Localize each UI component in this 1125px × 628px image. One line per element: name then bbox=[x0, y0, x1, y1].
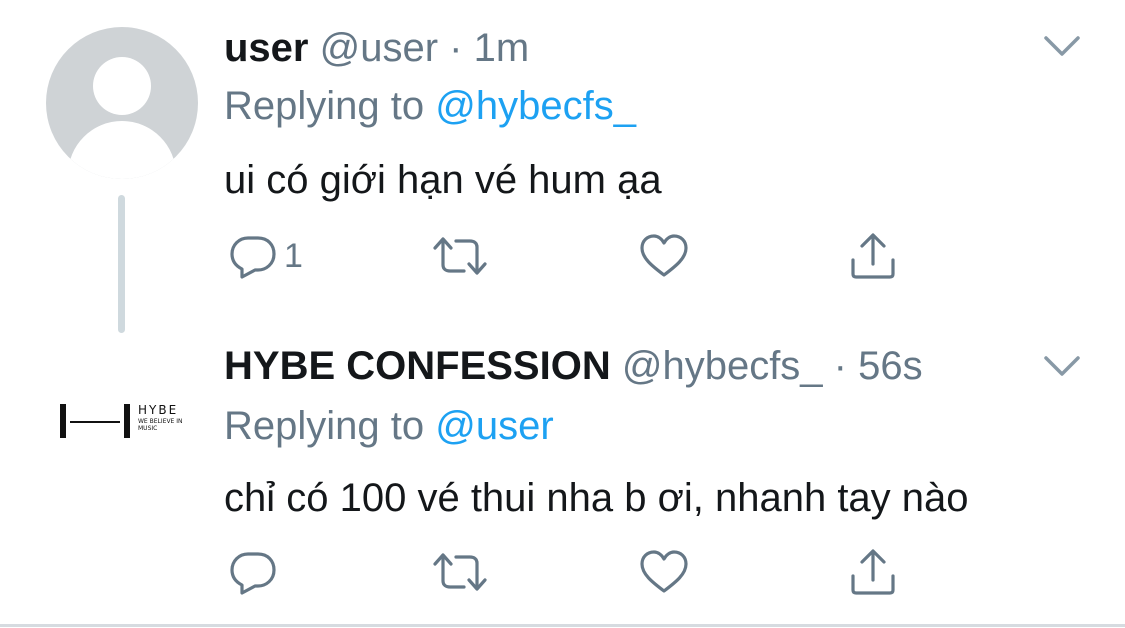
share-icon bbox=[851, 233, 895, 279]
thread-connector bbox=[118, 195, 125, 333]
display-name[interactable]: user bbox=[224, 26, 309, 70]
default-profile-icon bbox=[93, 57, 151, 115]
retweet-icon bbox=[433, 553, 487, 591]
timestamp[interactable]: 1m bbox=[474, 26, 530, 70]
logo-brand: HYBE bbox=[138, 403, 179, 417]
reply-icon bbox=[230, 552, 276, 595]
separator-dot: · bbox=[833, 344, 847, 388]
reply-icon bbox=[230, 236, 276, 279]
tweet-header: user @user · 1m bbox=[224, 24, 529, 72]
heart-icon bbox=[640, 234, 688, 277]
user-handle[interactable]: @user bbox=[320, 26, 438, 70]
replying-to: Replying to @hybecfs_ bbox=[224, 82, 636, 130]
separator-dot: · bbox=[449, 26, 463, 70]
share-icon bbox=[851, 549, 895, 595]
share-button[interactable] bbox=[848, 230, 898, 282]
action-bar: 1 bbox=[228, 230, 928, 282]
avatar[interactable]: HYBE WE BELIEVE IN MUSIC bbox=[60, 403, 190, 444]
hybe-logo-mark bbox=[60, 404, 66, 438]
chevron-down-icon[interactable] bbox=[1042, 34, 1082, 60]
tweet-text: chỉ có 100 vé thui nha b ơi, nhanh tay n… bbox=[224, 476, 969, 520]
share-button[interactable] bbox=[848, 546, 898, 598]
chevron-down-icon[interactable] bbox=[1042, 354, 1082, 380]
replying-prefix: Replying to bbox=[224, 404, 425, 448]
replying-to: Replying to @user bbox=[224, 402, 554, 450]
avatar[interactable] bbox=[46, 27, 198, 179]
retweet-icon bbox=[433, 237, 487, 275]
action-bar bbox=[228, 546, 928, 598]
retweet-button[interactable] bbox=[432, 230, 488, 282]
reply-button[interactable]: 1 bbox=[228, 230, 303, 282]
reply-count: 1 bbox=[284, 236, 303, 275]
tweet[interactable]: user @user · 1m Replying to @hybecfs_ ui… bbox=[0, 0, 1125, 333]
mention-link[interactable]: @user bbox=[435, 404, 553, 448]
timestamp[interactable]: 56s bbox=[858, 344, 923, 388]
divider bbox=[0, 624, 1125, 627]
tweet-header: HYBE CONFESSION @hybecfs_ · 56s bbox=[224, 342, 923, 390]
replying-prefix: Replying to bbox=[224, 84, 425, 128]
reply-button[interactable] bbox=[228, 546, 284, 598]
display-name[interactable]: HYBE CONFESSION bbox=[224, 344, 611, 388]
mention-link[interactable]: @hybecfs_ bbox=[435, 84, 636, 128]
user-handle[interactable]: @hybecfs_ bbox=[622, 344, 823, 388]
like-button[interactable] bbox=[638, 546, 690, 598]
like-button[interactable] bbox=[638, 230, 690, 282]
retweet-button[interactable] bbox=[432, 546, 488, 598]
heart-icon bbox=[640, 550, 688, 593]
tweet-text: ui có giới hạn vé hum ạa bbox=[224, 158, 662, 202]
logo-tagline: WE BELIEVE IN MUSIC bbox=[138, 418, 183, 432]
